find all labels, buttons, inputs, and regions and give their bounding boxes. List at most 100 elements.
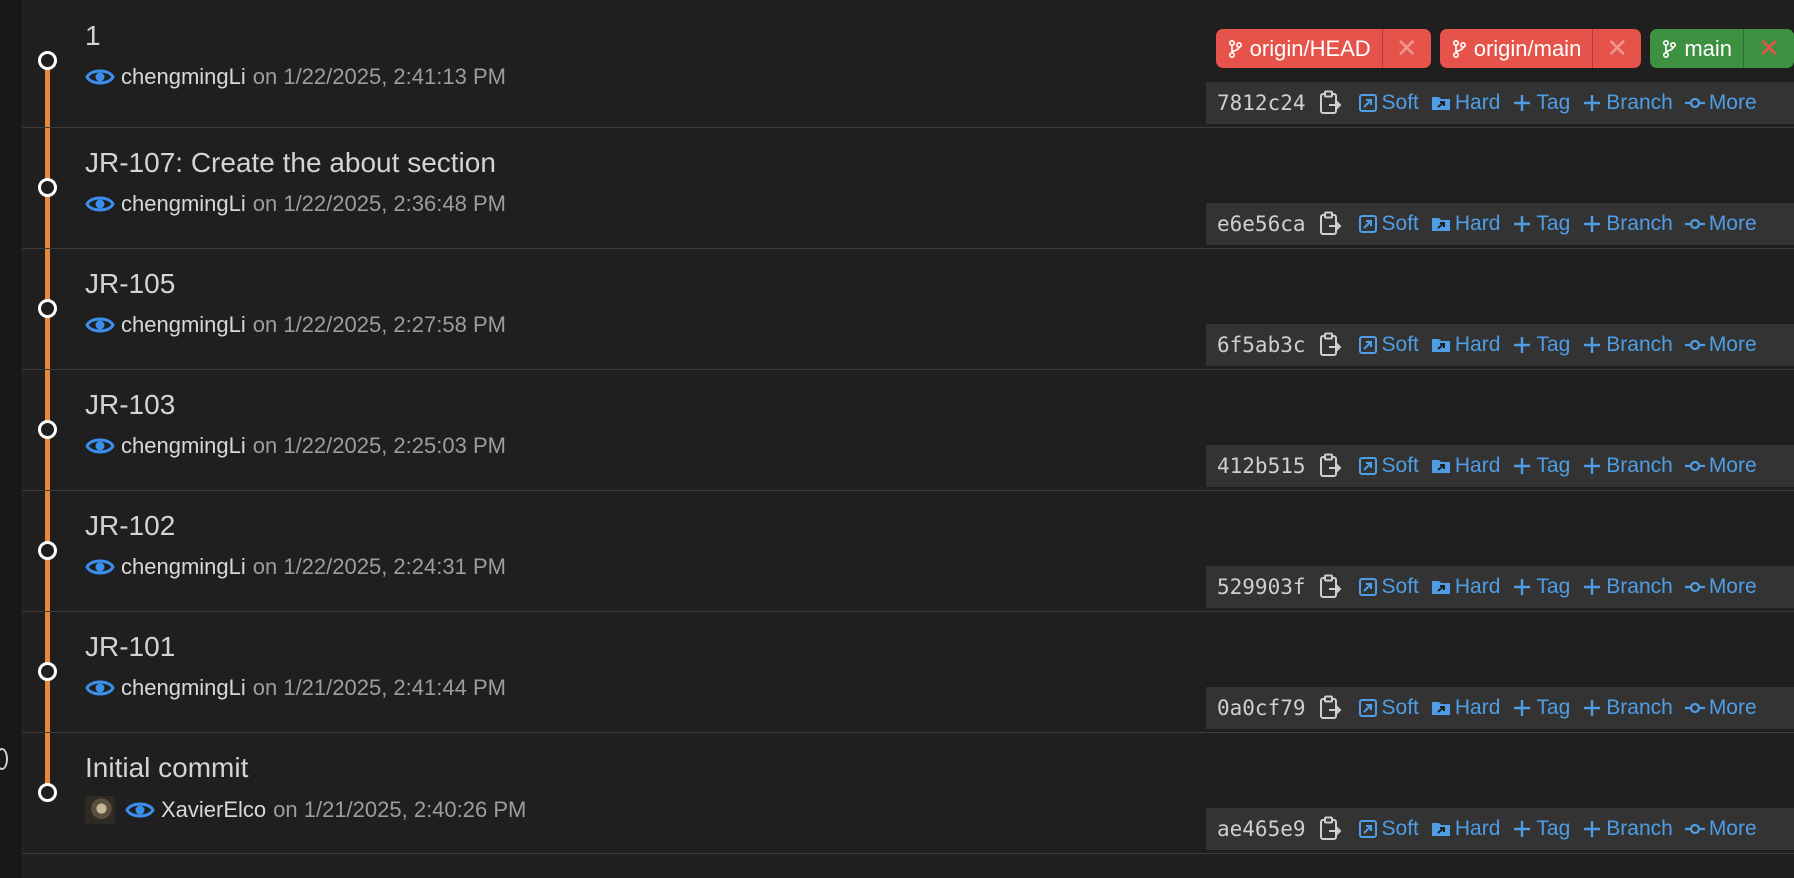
more-button[interactable]: More [1684, 333, 1757, 357]
plus-icon [1584, 579, 1601, 595]
commit-node-icon [38, 541, 57, 560]
soft-reset-button[interactable]: Soft [1358, 454, 1419, 478]
clipboard-copy-icon[interactable] [1318, 90, 1342, 116]
commit-date: on 1/22/2025, 2:27:58 PM [252, 312, 506, 337]
commit-title: JR-103 [85, 389, 176, 420]
commit-meta: chengmingLi on 1/22/2025, 2:27:58 PM [85, 312, 506, 338]
commit-action-bar: e6e56ca Soft Hard Tag Branch More [1206, 203, 1794, 245]
eye-icon[interactable] [85, 314, 115, 336]
eye-icon[interactable] [85, 66, 115, 88]
commit-row[interactable]: JR-101 chengmingLi on 1/21/2025, 2:41:44… [22, 612, 1794, 733]
clipboard-copy-icon[interactable] [1318, 695, 1342, 721]
add-branch-button[interactable]: Branch [1582, 212, 1673, 236]
commit-hash: 6f5ab3c [1217, 333, 1306, 357]
add-branch-button[interactable]: Branch [1582, 817, 1673, 841]
ref-label[interactable]: origin/main [1440, 29, 1594, 68]
hard-reset-button[interactable]: Hard [1431, 696, 1500, 720]
soft-reset-button[interactable]: Soft [1358, 212, 1419, 236]
add-tag-button[interactable]: Tag [1512, 454, 1570, 478]
eye-icon[interactable] [85, 193, 115, 215]
more-button[interactable]: More [1684, 575, 1757, 599]
add-branch-button[interactable]: Branch [1582, 333, 1673, 357]
hard-reset-label: Hard [1454, 454, 1501, 477]
commit-author: chengmingLi [121, 675, 246, 700]
ref-badge-origin-head: origin/HEAD ✕ [1215, 29, 1431, 68]
commit-row[interactable]: Initial commit XavierElco on 1/21/2025, … [22, 733, 1794, 854]
commit-row[interactable]: JR-102 chengmingLi on 1/22/2025, 2:24:31… [22, 491, 1794, 612]
ref-label[interactable]: main [1650, 29, 1744, 68]
ref-delete-button[interactable]: ✕ [1383, 29, 1431, 68]
commit-meta: XavierElco on 1/21/2025, 2:40:26 PM [85, 796, 526, 824]
more-button[interactable]: More [1684, 212, 1757, 236]
commit-title: 1 [85, 20, 101, 51]
clipboard-copy-icon[interactable] [1318, 332, 1342, 358]
add-branch-button[interactable]: Branch [1582, 91, 1673, 115]
git-branch-icon [1452, 39, 1466, 58]
plus-icon [1514, 579, 1531, 595]
hard-reset-icon [1431, 823, 1450, 836]
soft-reset-button[interactable]: Soft [1358, 333, 1419, 357]
commit-hash: 529903f [1217, 575, 1306, 599]
hard-reset-button[interactable]: Hard [1431, 817, 1501, 841]
eye-icon[interactable] [85, 435, 115, 457]
git-branch-icon [1663, 39, 1677, 58]
eye-icon[interactable] [85, 677, 115, 699]
eye-icon[interactable] [85, 556, 115, 578]
add-tag-button[interactable]: Tag [1512, 91, 1570, 115]
add-branch-button[interactable]: Branch [1582, 454, 1673, 478]
commit-row[interactable]: JR-105 chengmingLi on 1/22/2025, 2:27:58… [22, 249, 1794, 370]
hard-reset-label: Hard [1454, 817, 1501, 840]
commit-title: JR-105 [85, 268, 176, 299]
more-button[interactable]: More [1684, 91, 1757, 115]
commit-hash: 0a0cf79 [1217, 696, 1306, 720]
plus-icon [1584, 700, 1601, 716]
commit-row[interactable]: 1 chengmingLi on 1/22/2025, 2:41:13 PM o… [22, 0, 1794, 128]
ref-label[interactable]: origin/HEAD [1216, 29, 1383, 68]
commit-row[interactable]: JR-103 chengmingLi on 1/22/2025, 2:25:03… [22, 370, 1794, 491]
more-button[interactable]: More [1684, 454, 1757, 478]
hard-reset-label: Hard [1454, 91, 1501, 114]
soft-reset-button[interactable]: Soft [1358, 696, 1419, 720]
add-tag-button[interactable]: Tag [1512, 333, 1570, 357]
hard-reset-button[interactable]: Hard [1431, 454, 1501, 478]
more-label: More [1708, 212, 1757, 235]
add-tag-button[interactable]: Tag [1512, 817, 1570, 841]
clipboard-copy-icon[interactable] [1318, 574, 1342, 600]
ref-delete-button[interactable]: ✕ [1744, 29, 1794, 68]
plus-icon [1584, 216, 1601, 232]
commit-icon [1684, 581, 1705, 593]
clipboard-copy-icon[interactable] [1318, 816, 1342, 842]
clipboard-copy-icon[interactable] [1318, 453, 1342, 479]
soft-reset-button[interactable]: Soft [1358, 91, 1419, 115]
hard-reset-button[interactable]: Hard [1431, 575, 1500, 599]
clipboard-copy-icon[interactable] [1318, 211, 1342, 237]
commit-hash: 412b515 [1217, 454, 1306, 478]
eye-icon[interactable] [125, 799, 155, 821]
soft-reset-button[interactable]: Soft [1358, 817, 1419, 841]
commit-list: 1 chengmingLi on 1/22/2025, 2:41:13 PM o… [22, 0, 1794, 854]
add-tag-button[interactable]: Tag [1512, 696, 1570, 720]
add-branch-button[interactable]: Branch [1582, 575, 1673, 599]
more-button[interactable]: More [1684, 817, 1757, 841]
soft-reset-label: Soft [1381, 575, 1419, 598]
hard-reset-button[interactable]: Hard [1431, 91, 1501, 115]
add-tag-button[interactable]: Tag [1512, 212, 1570, 236]
commit-node-icon [38, 178, 57, 197]
hard-reset-button[interactable]: Hard [1431, 333, 1500, 357]
ref-delete-button[interactable]: ✕ [1593, 29, 1641, 68]
soft-reset-button[interactable]: Soft [1358, 575, 1419, 599]
commit-row[interactable]: JR-107: Create the about section chengmi… [22, 128, 1794, 249]
plus-icon [1514, 95, 1531, 111]
soft-reset-label: Soft [1381, 696, 1419, 719]
plus-icon [1514, 337, 1531, 353]
commit-author: XavierElco [161, 797, 267, 822]
add-branch-button[interactable]: Branch [1582, 696, 1673, 720]
more-button[interactable]: More [1684, 696, 1757, 720]
more-label: More [1708, 696, 1757, 719]
ref-name: origin/HEAD [1249, 35, 1371, 61]
add-tag-label: Tag [1536, 696, 1571, 719]
hard-reset-button[interactable]: Hard [1431, 212, 1500, 236]
soft-reset-icon [1358, 457, 1377, 475]
add-tag-button[interactable]: Tag [1512, 575, 1570, 599]
plus-icon [1584, 821, 1601, 837]
